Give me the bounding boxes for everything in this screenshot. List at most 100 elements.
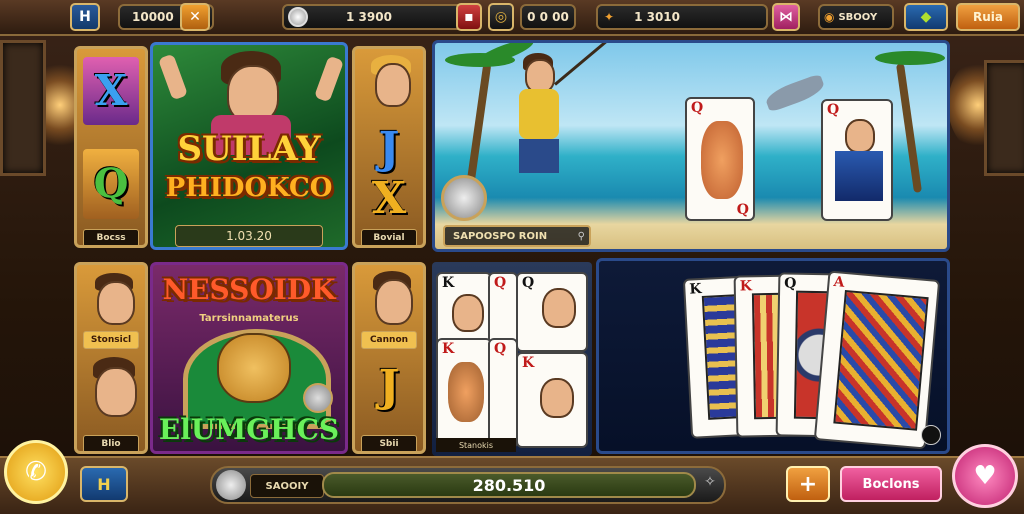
card-letter-bottom: Q — [83, 149, 139, 219]
top-left-card[interactable]: X Q Bocss — [74, 46, 148, 248]
target-button[interactable]: ◎ — [488, 3, 514, 31]
character-face — [845, 119, 875, 153]
card-hand-panel[interactable]: K Q Q K Q K Stanokis — [432, 262, 592, 456]
action-button[interactable]: Boclons — [840, 466, 942, 502]
bonus-title: NESSOIDK — [162, 273, 336, 306]
settings-icon[interactable]: ✧ — [700, 474, 720, 494]
gift-icon: ✦ — [604, 10, 615, 24]
hand-card[interactable]: K — [516, 352, 588, 448]
diamond-button[interactable]: ◆ — [904, 3, 948, 31]
character-face — [375, 279, 413, 325]
coins-display: 1 3900 — [282, 4, 482, 30]
fishing-rod — [554, 43, 625, 86]
balance-value: 10000 — [132, 10, 174, 24]
bottom-left-card[interactable]: Stonsicl Blio — [74, 262, 148, 454]
featured-slot-panel[interactable]: SUILAY PHIDOKCO 1.03.20 — [150, 42, 348, 250]
card-rank: A — [832, 273, 846, 291]
bonus-game-panel[interactable]: NESSOIDK Tarrsinnamaterus ElUMGHCS — [150, 262, 348, 454]
spin-panel: SAOOIY 280.510 ✧ — [210, 466, 726, 504]
hand-card[interactable]: K — [436, 338, 492, 448]
spin-icon: ◉ — [824, 10, 835, 24]
character-arm — [157, 53, 189, 101]
card-rank: K — [522, 355, 535, 371]
phone-icon: ✆ — [25, 457, 47, 487]
wall-frame — [984, 60, 1024, 176]
scene-caption-text: SAPOOSPO ROIN — [453, 230, 548, 242]
beach-scene-panel[interactable]: Q Q Q SAPOOSPO ROIN ⚲ — [432, 40, 950, 252]
palm-leaf — [875, 51, 945, 65]
fan-card[interactable]: A — [813, 270, 941, 450]
palm-tree — [466, 63, 492, 183]
cat-figure — [448, 362, 484, 422]
slot-title-line1: SUILAY — [177, 129, 321, 169]
bonus-footer: ElUMGHCS — [158, 413, 340, 446]
hand-card[interactable]: Q — [516, 272, 588, 352]
card-letter-bottom: X — [371, 173, 407, 224]
card-caption-top: Cannon — [361, 331, 417, 349]
wrench-icon: ✕ — [189, 9, 201, 25]
search-label[interactable]: SAOOIY — [250, 474, 324, 498]
account-button[interactable]: Ruia — [956, 3, 1020, 31]
card-rank: Q — [494, 275, 507, 291]
search-icon[interactable]: ⚲ — [578, 231, 585, 242]
card-figure — [835, 151, 883, 201]
card-caption-bottom: Blio — [83, 435, 139, 451]
cash-value: 1 3010 — [634, 10, 680, 24]
slot-timer: 1.03.20 — [175, 225, 323, 247]
tools-button[interactable]: ✕ — [180, 3, 210, 31]
cat-figure — [701, 121, 743, 199]
favorite-button[interactable]: ♥ — [952, 444, 1018, 508]
scene-caption: SAPOOSPO ROIN ⚲ — [443, 225, 591, 247]
coin-icon — [288, 7, 308, 27]
palm-tree — [895, 63, 923, 193]
menu-button[interactable]: H — [70, 3, 100, 31]
coins-add-button[interactable]: ▪ — [456, 3, 482, 31]
character-shorts — [519, 139, 559, 173]
beach-card-right[interactable]: Q — [821, 99, 893, 221]
bottom-bar: ✆ H SAOOIY 280.510 ✧ + Boclons ♥ — [0, 440, 1024, 514]
level-display: 0 0 00 — [520, 4, 576, 30]
bow-icon: ⋈ — [779, 9, 793, 25]
phone-button[interactable]: ✆ — [4, 440, 68, 504]
character-face — [525, 59, 555, 93]
bonus-subtitle: Tarrsinnamaterus — [199, 313, 299, 324]
diamond-icon: ◆ — [920, 9, 932, 25]
add-button[interactable]: + — [786, 466, 830, 502]
card-rank: Q — [494, 341, 507, 357]
coin-icon — [303, 383, 333, 413]
beach-card-left[interactable]: Q Q — [685, 97, 755, 221]
top-bar: H 10000 ✕ 1 3900 ▪ ◎ 0 0 00 ✦ 1 3010 ⋈ ◉… — [0, 0, 1024, 36]
top-right-card[interactable]: J X Bovial — [352, 46, 426, 248]
home-icon: H — [97, 474, 111, 494]
card-rank: K — [739, 278, 753, 295]
slot-title-line2: PHIDOKCO — [165, 173, 333, 203]
character-face — [95, 367, 137, 417]
character-arm — [313, 55, 345, 103]
card-rank: Q — [736, 202, 749, 218]
card-caption-bottom: Sbii — [361, 435, 417, 451]
reel-icon[interactable] — [441, 175, 487, 221]
card-letter-top: X — [83, 57, 139, 125]
level-value: 0 0 00 — [527, 10, 569, 24]
info-icon[interactable] — [921, 425, 941, 445]
card-letter: J — [378, 361, 400, 412]
search-icon[interactable] — [216, 470, 246, 500]
bonus-display[interactable]: ◉ SBOOY — [818, 4, 894, 30]
cash-display: ✦ 1 3010 — [596, 4, 768, 30]
hand-caption: Stanokis — [436, 438, 516, 452]
bonus-label: SBOOY — [838, 11, 878, 23]
card-caption: Bocss — [83, 229, 139, 245]
card-rank: Q — [784, 275, 797, 292]
plus-icon: ▪ — [464, 9, 474, 25]
card-rank: Q — [522, 275, 535, 291]
fish-icon — [763, 73, 827, 113]
card-letter-top: J — [378, 123, 400, 174]
hand-card[interactable]: Q — [488, 338, 518, 448]
bottom-right-card[interactable]: Cannon J Sbii — [352, 262, 426, 454]
card-fan-panel[interactable]: K K Q A — [596, 258, 950, 454]
card-caption-top: Stonsicl — [83, 331, 139, 349]
character-face — [542, 288, 576, 328]
character-shirt — [519, 89, 559, 139]
cash-add-button[interactable]: ⋈ — [772, 3, 800, 31]
home-button[interactable]: H — [80, 466, 128, 502]
